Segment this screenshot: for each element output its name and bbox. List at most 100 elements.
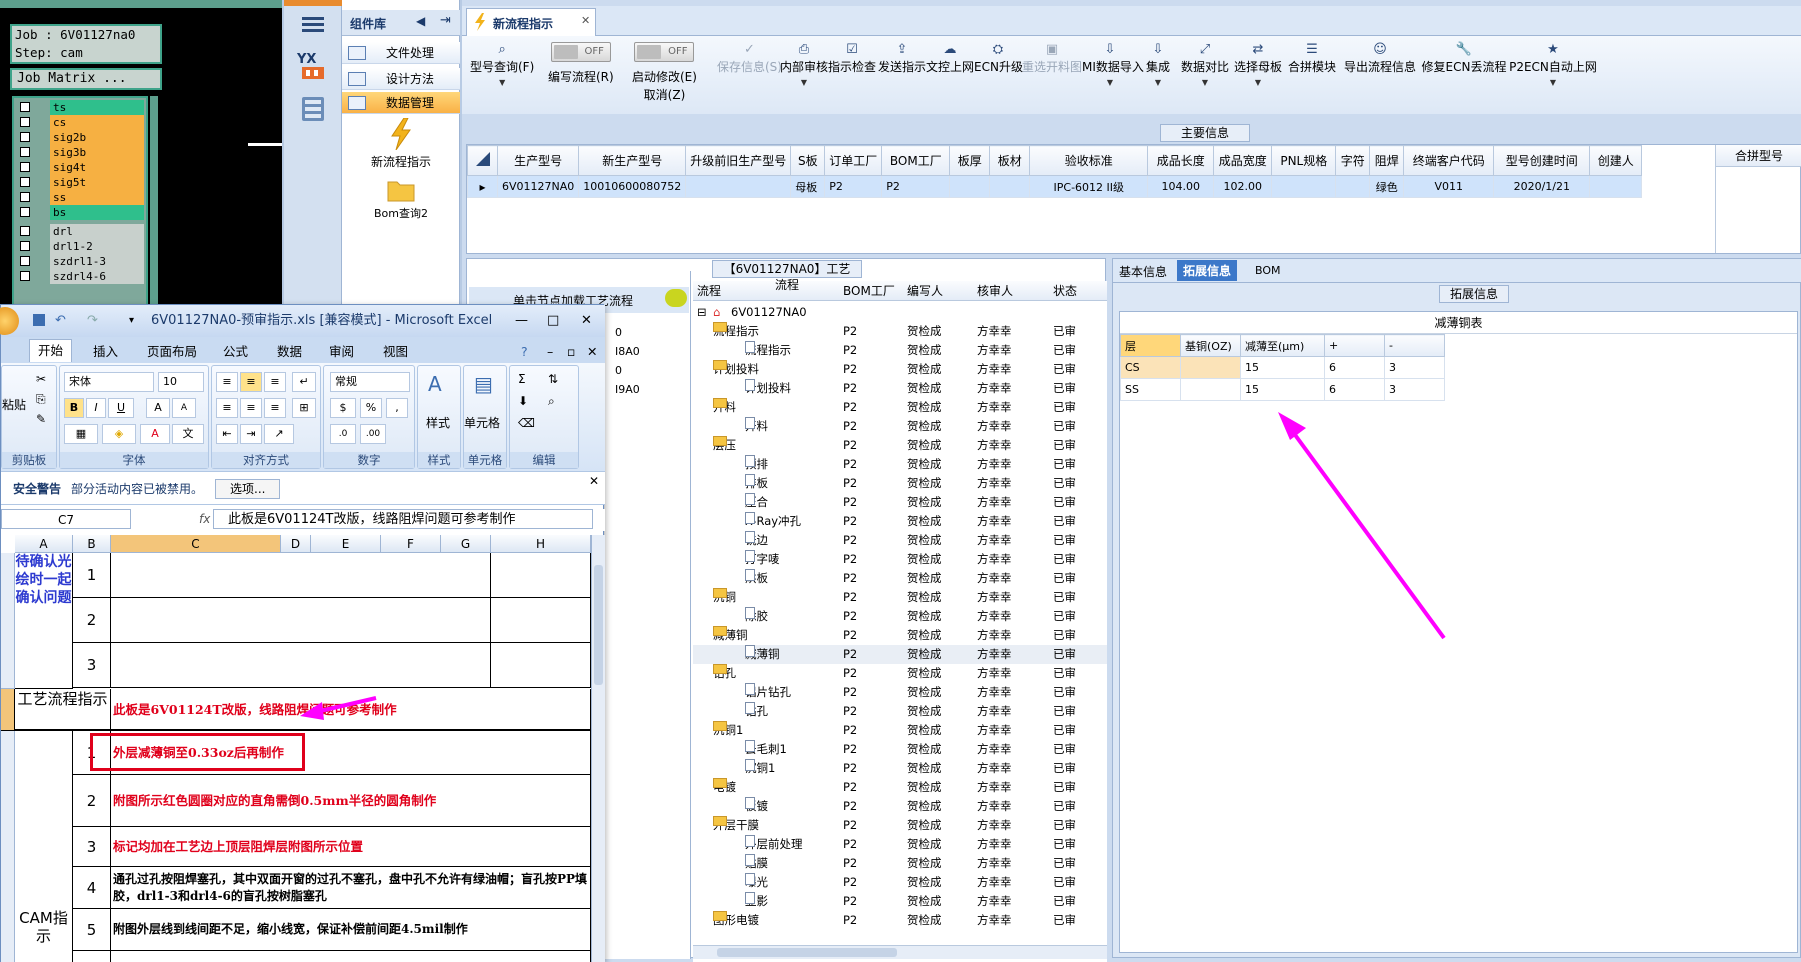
column-header[interactable]: 减薄至(μm) [1240, 334, 1325, 357]
tree-row[interactable]: 流程指示 P2 贺检成 方幸幸 已审 [693, 322, 1107, 341]
align-top-button[interactable]: ≡ [216, 372, 238, 392]
tree-root[interactable]: ⊟ ⌂ 6V01127NA0 [693, 303, 1107, 322]
tab-home[interactable]: 开始 [29, 339, 73, 362]
tree-row[interactable]: 钻孔 P2 贺检成 方幸幸 已审 [693, 702, 1107, 721]
tree-row[interactable]: 计划投料 P2 贺检成 方幸幸 已审 [693, 360, 1107, 379]
table-row[interactable]: SS 15 6 3 [1120, 378, 1445, 401]
cell[interactable] [685, 175, 792, 198]
help-icon[interactable]: ? [521, 341, 528, 363]
column-header[interactable]: 终端客户代码 [1403, 145, 1495, 176]
toolbar-button[interactable]: ⛭ ECN升级 [974, 42, 1023, 76]
layer-row[interactable]: ts [16, 100, 144, 115]
column-header[interactable]: B [73, 535, 111, 553]
column-header[interactable]: S板 [790, 145, 826, 176]
model-query-button[interactable]: ⌕ 型号查询(F) ▼ [470, 42, 534, 87]
styles-button[interactable]: 样式 [426, 414, 450, 431]
ribbon-close-icon[interactable]: ✕ [587, 341, 597, 363]
close-warning-icon[interactable]: ✕ [589, 464, 599, 498]
cell[interactable] [1180, 356, 1241, 379]
clear-icon[interactable]: ⌫ [518, 416, 535, 430]
tree-row[interactable]: X-Ray冲孔 P2 贺检成 方幸幸 已审 [693, 512, 1107, 531]
increase-decimal-button[interactable]: .0 [330, 424, 356, 444]
layer-row[interactable]: bs [16, 205, 144, 220]
lib-item-data-management[interactable]: 数据管理 [342, 92, 460, 114]
tree-row[interactable]: 开料 P2 贺检成 方幸幸 已审 [693, 417, 1107, 436]
layer-checkbox[interactable] [20, 162, 30, 172]
cell[interactable] [989, 175, 1031, 198]
cell[interactable]: 3 [1384, 378, 1445, 401]
column-header[interactable]: BOM工厂 [881, 145, 951, 176]
collapse-icon[interactable]: ⊟ [697, 303, 707, 322]
cell[interactable] [1180, 378, 1241, 401]
decrease-decimal-button[interactable]: .00 [360, 424, 386, 444]
font-size-select[interactable]: 10 [158, 372, 204, 392]
ribbon-restore-icon[interactable]: ▫ [567, 341, 575, 363]
menu-icon[interactable] [294, 8, 332, 42]
layer-row[interactable]: sig3b [16, 145, 144, 160]
cell[interactable]: 母板 [790, 175, 826, 198]
cell[interactable] [1335, 175, 1371, 198]
tree-row[interactable]: 铝片钻孔 P2 贺检成 方幸幸 已审 [693, 683, 1107, 702]
layer-row[interactable]: szdrl1-3 [16, 254, 144, 269]
tree-row[interactable]: 除胶 P2 贺检成 方幸幸 已审 [693, 607, 1107, 626]
cell[interactable]: P2 [824, 175, 883, 198]
layer-row[interactable]: sig5t [16, 175, 144, 190]
tab-formulas[interactable]: 公式 [223, 341, 248, 363]
column-header[interactable]: G [441, 535, 491, 553]
database-icon[interactable] [294, 92, 332, 126]
tree-row[interactable]: 钻孔 P2 贺检成 方幸幸 已审 [693, 664, 1107, 683]
empty-cell[interactable] [491, 553, 591, 598]
cell[interactable]: V011 [1403, 175, 1495, 198]
layer-checkbox[interactable] [20, 177, 30, 187]
format-painter-icon[interactable]: ✎ [36, 412, 46, 426]
column-header[interactable]: 新生产型号 [578, 145, 687, 176]
minimize-icon[interactable]: — [515, 305, 528, 337]
tree-row[interactable]: 沉铜 P2 贺检成 方幸幸 已审 [693, 588, 1107, 607]
copy-icon[interactable]: ⎘ [36, 392, 46, 407]
layer-checkbox[interactable] [20, 132, 30, 142]
align-bottom-button[interactable]: ≡ [264, 372, 286, 392]
layer-checkbox[interactable] [20, 117, 30, 127]
column-header[interactable]: F [381, 535, 441, 553]
layer-checkbox[interactable] [20, 147, 30, 157]
tree-row[interactable]: 减薄铜 P2 贺检成 方幸幸 已审 [693, 626, 1107, 645]
name-box[interactable]: C7 [1, 509, 131, 529]
write-flow-toggle[interactable]: OFF 编写流程(R) [548, 42, 614, 86]
tree-horizontal-scrollbar[interactable] [693, 945, 1107, 959]
vertical-scrollbar[interactable] [591, 535, 605, 962]
layer-row[interactable]: drl [16, 224, 144, 239]
autosum-icon[interactable]: Σ [518, 372, 526, 386]
align-left-button[interactable]: ≡ [216, 398, 238, 418]
column-header[interactable]: 板材 [989, 145, 1031, 176]
tab-review[interactable]: 审阅 [329, 341, 354, 363]
sort-filter-icon[interactable]: ⇅ [548, 372, 558, 386]
phonetic-button[interactable]: 文 [172, 424, 204, 444]
table-row[interactable]: CS 15 6 3 [1120, 356, 1445, 379]
layer-checkbox[interactable] [20, 226, 30, 236]
cell[interactable]: 6V01127NA0 [496, 175, 580, 198]
bold-button[interactable]: B [64, 398, 84, 418]
layer-checkbox[interactable] [20, 241, 30, 251]
tree-row[interactable]: 显影 P2 贺检成 方幸幸 已审 [693, 892, 1107, 911]
job-matrix-button[interactable]: Job Matrix ... [10, 68, 162, 90]
flow-instruction-text[interactable]: 此板是6V01124T改版，线路阻焊问题可参考制作 [111, 689, 591, 731]
tree-row[interactable]: 电镀 P2 贺检成 方幸幸 已审 [693, 778, 1107, 797]
font-name-select[interactable]: 宋体 [64, 372, 154, 392]
tab-insert[interactable]: 插入 [93, 341, 118, 363]
borders-button[interactable]: ▦ [64, 424, 98, 444]
office-button-icon[interactable] [0, 307, 19, 335]
tab-page-layout[interactable]: 页面布局 [147, 341, 197, 363]
empty-cell[interactable] [491, 643, 591, 688]
column-header[interactable]: + [1324, 334, 1385, 357]
cam-instruction-text[interactable]: 标记均加在工艺边上顶层阻焊层附图所示位置 [111, 827, 591, 867]
tree-row[interactable]: 排板 P2 贺检成 方幸幸 已审 [693, 474, 1107, 493]
toolbar-button[interactable]: ▣ 重选开料图 [1022, 42, 1082, 76]
cell[interactable]: 15 [1240, 356, 1325, 379]
cell[interactable]: 3 [1384, 356, 1445, 379]
empty-cell[interactable] [491, 598, 591, 643]
font-color-button[interactable]: A [140, 424, 170, 444]
toolbar-button[interactable]: ☺ 导出流程信息 [1340, 42, 1420, 76]
tree-row[interactable]: 铣边 P2 贺检成 方幸幸 已审 [693, 531, 1107, 550]
tab-bom[interactable]: BOM [1255, 264, 1281, 277]
column-header[interactable]: 板厚 [949, 145, 991, 176]
